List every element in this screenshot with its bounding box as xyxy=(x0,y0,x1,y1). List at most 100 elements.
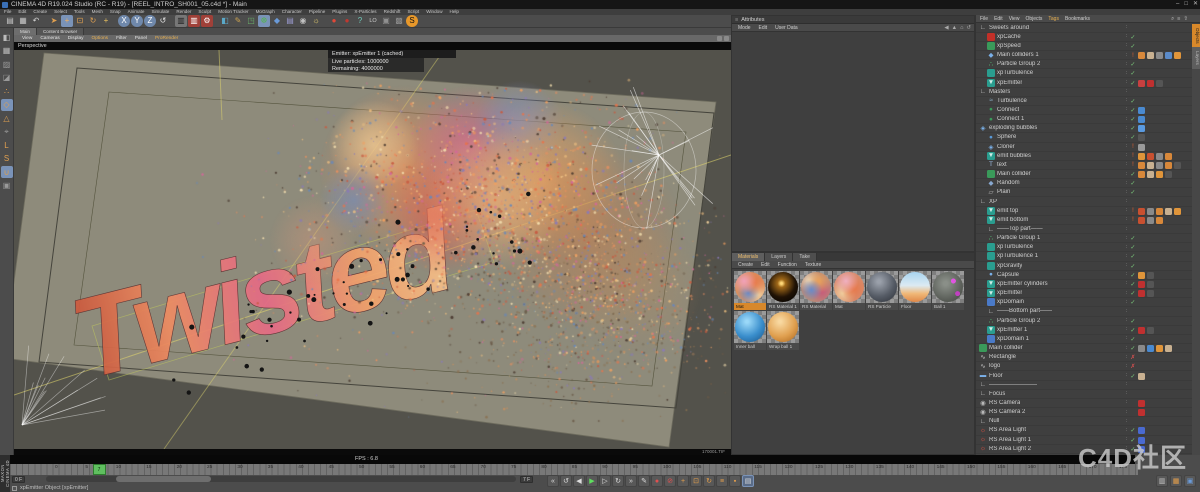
viewport-menu-filter[interactable]: Filter xyxy=(116,35,127,42)
object-row-masters[interactable]: ∟Masters∶ xyxy=(976,88,1193,97)
visibility-dots-icon[interactable]: ∶ xyxy=(1126,126,1127,132)
render-view-icon[interactable]: ▥ xyxy=(175,15,187,27)
tag-darkball-icon[interactable] xyxy=(1174,162,1181,169)
tag-redball-icon[interactable] xyxy=(1138,290,1145,297)
enable-state-icon[interactable]: ✓ xyxy=(1129,34,1136,41)
tag-orange-icon[interactable] xyxy=(1156,217,1163,224)
viewport-menu-display[interactable]: Display xyxy=(68,35,84,42)
snap-settings-icon[interactable]: S xyxy=(1,153,13,165)
preview-range-handle[interactable] xyxy=(116,476,211,482)
help-plugin-icon[interactable]: ? xyxy=(354,15,366,27)
visibility-dots-icon[interactable]: ∶ xyxy=(1126,53,1127,59)
enable-state-icon[interactable]: ✓ xyxy=(1129,427,1136,434)
object-row-xpemitter[interactable]: ▼xpEmitter∶✓ xyxy=(976,289,1193,298)
visibility-dots-icon[interactable]: ∶ xyxy=(1126,373,1127,379)
enable-state-icon[interactable]: ✓ xyxy=(1129,98,1136,105)
tag-darkball-icon[interactable] xyxy=(1147,290,1154,297)
tag-blue-icon[interactable] xyxy=(1165,52,1172,59)
add-spline-icon[interactable]: ✎ xyxy=(232,15,244,27)
visibility-dots-icon[interactable]: ∶ xyxy=(1126,355,1127,361)
visibility-dots-icon[interactable]: ∶ xyxy=(1126,309,1127,315)
tag-tan-icon[interactable] xyxy=(1147,52,1154,59)
camera-label[interactable]: Perspective xyxy=(18,43,47,49)
object-row-sweets-around[interactable]: ∟Sweets around∶ xyxy=(976,24,1193,33)
enable-state-icon[interactable]: ✓ xyxy=(1129,125,1136,132)
visibility-dots-icon[interactable]: ∶ xyxy=(1126,327,1127,333)
enable-state-icon[interactable]: ✓ xyxy=(1129,134,1136,141)
object-row-rectangle[interactable]: ∿Rectangle∶✗ xyxy=(976,353,1193,362)
visibility-dots-icon[interactable]: ∶ xyxy=(1126,245,1127,251)
enable-state-icon[interactable]: ✓ xyxy=(1129,290,1136,297)
visibility-dots-icon[interactable]: ∶ xyxy=(1126,34,1127,40)
attributes-menu-mode[interactable]: Mode xyxy=(738,24,751,31)
attributes-menu-edit[interactable]: Edit xyxy=(759,24,768,31)
layer-colors-icon[interactable]: ▣ xyxy=(1184,475,1196,487)
y-axis-lock-icon[interactable]: Y xyxy=(131,15,143,27)
rotate-tool-icon[interactable]: ↻ xyxy=(87,15,99,27)
status-checkbox-icon[interactable] xyxy=(12,486,17,491)
object-row-connect-1[interactable]: ●Connect 1∶✓ xyxy=(976,115,1193,124)
visibility-dots-icon[interactable]: ∶ xyxy=(1126,117,1127,123)
next-frame-button[interactable]: ▷ xyxy=(599,475,611,487)
add-light-icon[interactable]: ☼ xyxy=(310,15,322,27)
visibility-dots-icon[interactable]: ∶ xyxy=(1126,318,1127,324)
tag-orange-icon[interactable] xyxy=(1156,208,1163,215)
tag-tan-icon[interactable] xyxy=(1138,373,1145,380)
last-tool-icon[interactable]: + xyxy=(100,15,112,27)
object-row-rs-camera-2[interactable]: ◉RS Camera 2∶ xyxy=(976,408,1193,417)
tag-dots-icon[interactable] xyxy=(1174,52,1181,59)
tag-redball-icon[interactable] xyxy=(1138,281,1145,288)
object-row-xpdomain[interactable]: xpDomain∶✓ xyxy=(976,298,1193,307)
back-arrow-icon[interactable]: ◀ xyxy=(944,24,948,32)
object-row-emit-bottom[interactable]: ▼emit bottom∶! xyxy=(976,216,1193,225)
tag-dots-icon[interactable] xyxy=(1138,153,1145,160)
enable-state-icon[interactable]: ✗ xyxy=(1129,354,1136,361)
record-scale-button[interactable]: ⊡ xyxy=(690,475,702,487)
tag-darkball-icon[interactable] xyxy=(1147,327,1154,334)
workplane-lock-icon[interactable]: ▣ xyxy=(1,180,13,192)
plugin-b-icon[interactable]: ▩ xyxy=(393,15,405,27)
tag-tan-icon[interactable] xyxy=(1165,208,1172,215)
autokey-button[interactable]: ● xyxy=(651,475,663,487)
make-editable-icon[interactable]: ◧ xyxy=(1,31,13,43)
move-tool-icon[interactable]: + xyxy=(61,15,73,27)
tag-darkball-icon[interactable] xyxy=(1156,80,1163,87)
visibility-dots-icon[interactable]: ∶ xyxy=(1126,254,1127,260)
attributes-menu-user-data[interactable]: User Data xyxy=(775,24,798,31)
visibility-dots-icon[interactable]: ∶ xyxy=(1126,43,1127,49)
xparticles-cache-icon[interactable]: ● xyxy=(341,15,353,27)
om-menu-file[interactable]: File xyxy=(980,15,988,22)
axis-modification-icon[interactable]: L xyxy=(1,139,13,151)
visibility-dots-icon[interactable]: ∶ xyxy=(1126,162,1127,168)
visibility-dots-icon[interactable]: ∶ xyxy=(1126,89,1127,95)
record-keyframe-button[interactable]: ✎ xyxy=(638,475,650,487)
tag-checker-icon[interactable] xyxy=(1147,208,1154,215)
tag-redball-icon[interactable] xyxy=(1138,327,1145,334)
add-environment-icon[interactable]: ▤ xyxy=(284,15,296,27)
pane-split-icon[interactable] xyxy=(717,36,722,41)
coordinate-system-icon[interactable]: ↺ xyxy=(157,15,169,27)
tag-blueball-icon[interactable] xyxy=(1138,107,1145,114)
visibility-dots-icon[interactable]: ∶ xyxy=(1126,400,1127,406)
tag-orange-icon[interactable] xyxy=(1165,153,1172,160)
viewport-tab-content-browser[interactable]: Content Browser xyxy=(37,28,84,35)
tag-darkball-icon[interactable] xyxy=(1138,134,1145,141)
materials-tab-take[interactable]: Take xyxy=(793,253,817,261)
enable-state-icon[interactable]: ✓ xyxy=(1129,299,1136,306)
enable-state-icon[interactable]: ✓ xyxy=(1129,336,1136,343)
enable-state-icon[interactable]: ! xyxy=(1129,217,1136,223)
open-file-icon[interactable]: ▤ xyxy=(4,15,16,27)
live-selection-icon[interactable]: ➤ xyxy=(48,15,60,27)
polygons-mode-icon[interactable]: △ xyxy=(1,112,13,124)
enable-snap-icon[interactable]: ∪ xyxy=(1,166,13,178)
undo-icon[interactable]: ↶ xyxy=(30,15,42,27)
visibility-dots-icon[interactable]: ∶ xyxy=(1126,217,1127,223)
materials-menu-function[interactable]: Function xyxy=(778,261,797,268)
close-button[interactable]: ✕ xyxy=(1193,0,1198,9)
object-row-xpturbulence[interactable]: xpTurbulence∶✓ xyxy=(976,69,1193,78)
material-mat[interactable]: Mat xyxy=(734,271,766,310)
render-picture-viewer-icon[interactable]: ▥ xyxy=(188,15,200,27)
enable-state-icon[interactable]: ✓ xyxy=(1129,116,1136,123)
record-position-button[interactable]: + xyxy=(677,475,689,487)
keyframe-selection-button[interactable]: ⊘ xyxy=(664,475,676,487)
